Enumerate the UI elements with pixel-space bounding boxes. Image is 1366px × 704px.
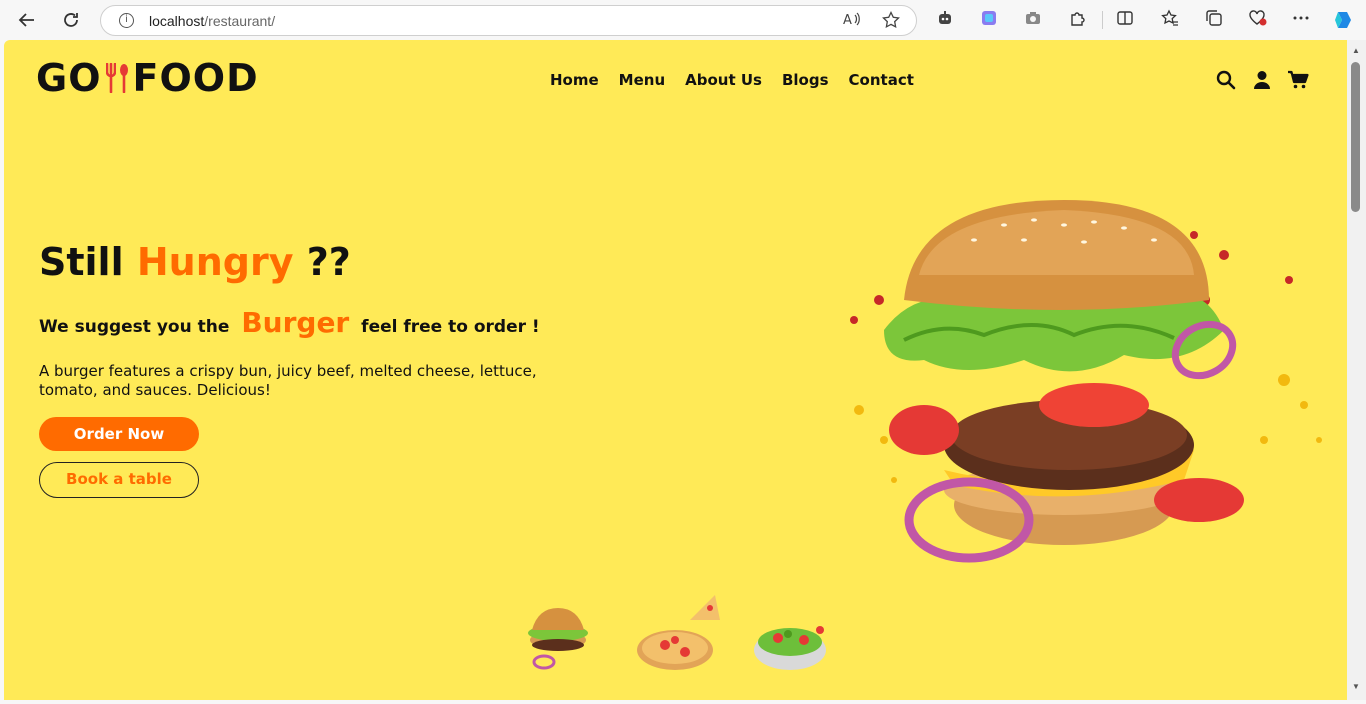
- order-now-button[interactable]: Order Now: [39, 417, 199, 451]
- back-icon[interactable]: [14, 7, 40, 33]
- split-screen-icon[interactable]: [1114, 9, 1136, 31]
- book-table-button[interactable]: Book a table: [39, 462, 199, 498]
- nav-contact[interactable]: Contact: [849, 71, 914, 89]
- toolbar-divider: [1102, 11, 1103, 29]
- cart-icon[interactable]: [1287, 70, 1309, 95]
- address-bar[interactable]: i localhost/restaurant/ A: [100, 5, 917, 36]
- nav-blogs[interactable]: Blogs: [782, 71, 829, 89]
- hero-subtitle: We suggest you the Burger feel free to o…: [39, 306, 540, 339]
- burger-image: [850, 200, 1322, 563]
- robot-icon[interactable]: [934, 9, 956, 31]
- site-logo[interactable]: GO FOOD: [36, 56, 259, 100]
- salad-thumb[interactable]: [754, 626, 826, 670]
- cutlery-icon: [105, 63, 129, 93]
- subtitle-accent: Burger: [241, 306, 350, 339]
- camera-icon[interactable]: [1022, 9, 1044, 31]
- logo-text-right: FOOD: [132, 56, 259, 100]
- app-icon[interactable]: [978, 9, 1000, 31]
- subtitle-pre: We suggest you the: [39, 317, 230, 337]
- pizza-thumb[interactable]: [637, 595, 720, 670]
- svg-text:A: A: [843, 13, 852, 27]
- more-icon[interactable]: [1290, 9, 1312, 31]
- subtitle-post: feel free to order !: [361, 317, 540, 337]
- nav-home[interactable]: Home: [550, 71, 599, 89]
- copilot-icon[interactable]: [1332, 9, 1354, 31]
- info-icon[interactable]: i: [119, 13, 134, 28]
- browser-essentials-icon[interactable]: [1247, 9, 1269, 31]
- collections-icon[interactable]: [1203, 9, 1225, 31]
- url-path: /restaurant/: [204, 13, 276, 29]
- favorites-icon[interactable]: [1159, 9, 1181, 31]
- search-icon[interactable]: [1216, 70, 1236, 95]
- hero-title-post: ??: [306, 240, 351, 284]
- extensions-icon[interactable]: [1066, 9, 1088, 31]
- url-host: localhost: [149, 13, 205, 29]
- scroll-down-icon[interactable]: ▼: [1351, 682, 1361, 691]
- user-icon[interactable]: [1253, 70, 1271, 95]
- hero-title: Still Hungry ??: [39, 240, 351, 284]
- main-nav: Home Menu About Us Blogs Contact: [550, 71, 914, 89]
- burger-thumb[interactable]: [528, 608, 588, 670]
- scrollbar-thumb[interactable]: [1351, 62, 1360, 212]
- browser-toolbar: i localhost/restaurant/ A: [0, 0, 1366, 40]
- hero-description: A burger features a crispy bun, juicy be…: [39, 362, 537, 399]
- reload-icon[interactable]: [58, 7, 84, 33]
- nav-about-us[interactable]: About Us: [685, 71, 762, 89]
- food-thumbnails: [528, 595, 826, 670]
- hero-title-accent: Hungry: [136, 240, 294, 284]
- nav-menu[interactable]: Menu: [619, 71, 665, 89]
- read-aloud-icon[interactable]: A: [842, 11, 862, 31]
- favorite-star-icon[interactable]: [881, 10, 901, 31]
- page-viewport: GO FOOD Home Menu About Us Blogs Contact…: [4, 40, 1347, 700]
- logo-text-left: GO: [36, 56, 102, 100]
- page-scrollbar[interactable]: ▲ ▼: [1347, 40, 1366, 700]
- hero-title-pre: Still: [39, 240, 124, 284]
- url-text[interactable]: localhost/restaurant/: [149, 13, 275, 29]
- scroll-up-icon[interactable]: ▲: [1351, 46, 1361, 55]
